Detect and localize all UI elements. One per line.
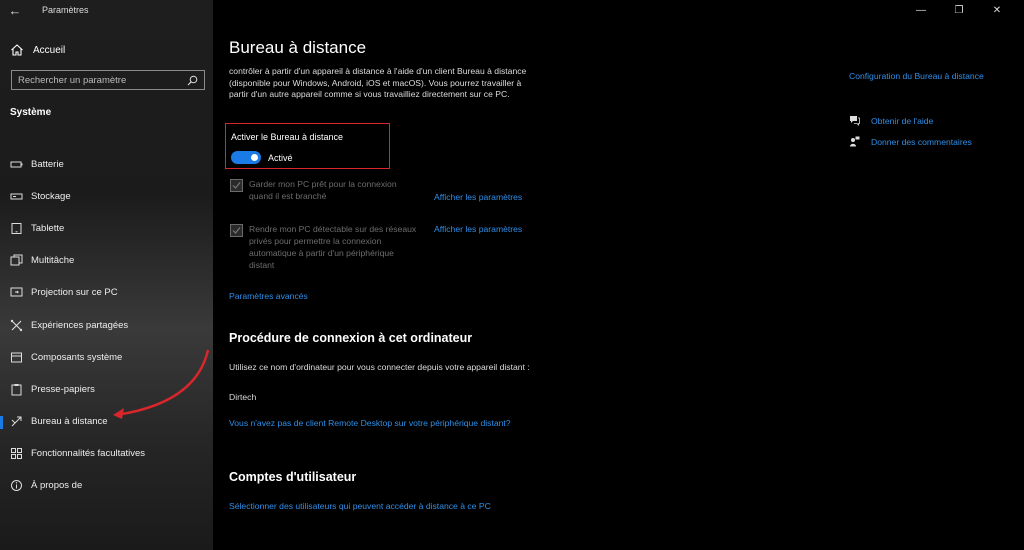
about-icon bbox=[11, 480, 22, 492]
accounts-heading: Comptes d'utilisateur bbox=[229, 470, 357, 484]
battery-icon bbox=[10, 161, 23, 168]
maximize-icon: ❐ bbox=[954, 5, 964, 16]
sidebar-item-label: Multitâche bbox=[31, 255, 75, 267]
sidebar-item-tablette[interactable]: Tablette bbox=[0, 212, 213, 244]
sidebar-item-label: Fonctionnalités facultatives bbox=[31, 448, 146, 460]
sidebar-item-label: Batterie bbox=[31, 158, 64, 170]
sidebar-item-a-propos-de[interactable]: À propos de bbox=[0, 470, 213, 502]
remote-desktop-toggle-group: Activer le Bureau à distance Activé bbox=[225, 123, 390, 169]
app-title: Paramètres bbox=[42, 5, 89, 15]
sidebar-item-fonctionnalites-facultatives[interactable]: Fonctionnalités facultatives bbox=[0, 438, 213, 470]
keep-awake-checkbox[interactable] bbox=[230, 179, 243, 192]
window-controls: — ❐ ✕ bbox=[902, 2, 1016, 20]
sidebar-item-label: Stockage bbox=[31, 190, 71, 202]
section-title: Système bbox=[10, 107, 52, 118]
maximize-button[interactable]: ❐ bbox=[940, 2, 978, 20]
minimize-icon: — bbox=[916, 5, 926, 16]
computer-name: Dirtech bbox=[229, 392, 257, 402]
sidebar-item-presse-papiers[interactable]: Presse-papiers bbox=[0, 373, 213, 405]
title-bar: ← Paramètres bbox=[0, 0, 213, 22]
sidebar-item-composants-systeme[interactable]: Composants système bbox=[0, 341, 213, 373]
get-help-item[interactable]: Obtenir de l'aide bbox=[849, 115, 933, 126]
option-keep-awake: Garder mon PC prêt pour la connexion qua… bbox=[230, 178, 419, 202]
show-settings-link-1[interactable]: Afficher les paramètres bbox=[434, 192, 522, 202]
toggle-state: Activé bbox=[268, 153, 293, 163]
toggle-label: Activer le Bureau à distance bbox=[231, 132, 344, 142]
get-help-link[interactable]: Obtenir de l'aide bbox=[871, 116, 933, 126]
home-label: Accueil bbox=[33, 44, 66, 56]
sidebar-item-bureau-a-distance[interactable]: Bureau à distance bbox=[0, 406, 213, 438]
page-title: Bureau à distance bbox=[229, 38, 367, 57]
sidebar-item-label: Expériences partagées bbox=[31, 319, 129, 331]
home-link[interactable]: Accueil bbox=[10, 41, 65, 59]
connection-heading: Procédure de connexion à cet ordinateur bbox=[229, 331, 473, 345]
toggle-knob bbox=[251, 154, 258, 161]
minimize-button[interactable]: — bbox=[902, 2, 940, 20]
main-content: — ❐ ✕ Bureau à distance contrôler à part… bbox=[213, 0, 1024, 550]
sidebar-item-multitache[interactable]: Multitâche bbox=[0, 245, 213, 277]
remote-desktop-config-link[interactable]: Configuration du Bureau à distance bbox=[849, 71, 984, 81]
show-settings-link-2[interactable]: Afficher les paramètres bbox=[434, 224, 522, 234]
close-icon: ✕ bbox=[992, 5, 1002, 16]
optional-features-icon bbox=[11, 448, 22, 460]
page-description: contrôler à partir d'un appareil à dista… bbox=[229, 66, 527, 100]
sidebar-item-label: Tablette bbox=[31, 222, 65, 234]
search-icon[interactable] bbox=[187, 75, 198, 86]
system-components-icon bbox=[11, 352, 22, 363]
tablet-icon bbox=[11, 222, 22, 234]
clipboard-icon bbox=[11, 383, 22, 396]
advanced-settings-link[interactable]: Paramètres avancés bbox=[229, 291, 308, 301]
sidebar-item-stockage[interactable]: Stockage bbox=[0, 180, 213, 212]
close-button[interactable]: ✕ bbox=[978, 2, 1016, 20]
sidebar: ← Paramètres Accueil Système Batterie St… bbox=[0, 0, 213, 550]
sidebar-item-label: À propos de bbox=[31, 480, 83, 492]
sidebar-item-batterie[interactable]: Batterie bbox=[0, 148, 213, 180]
sidebar-item-label: Projection sur ce PC bbox=[31, 287, 118, 299]
give-feedback-link[interactable]: Donner des commentaires bbox=[871, 137, 972, 147]
sidebar-item-label: Composants système bbox=[31, 351, 123, 363]
storage-icon bbox=[10, 193, 23, 200]
search-input[interactable] bbox=[18, 74, 178, 86]
help-chat-icon bbox=[850, 116, 860, 126]
select-users-link[interactable]: Sélectionner des utilisateurs qui peuven… bbox=[229, 501, 491, 511]
option-text: Garder mon PC prêt pour la connexion qua… bbox=[249, 179, 397, 201]
sidebar-item-experiences-partagees[interactable]: Expériences partagées bbox=[0, 309, 213, 341]
no-client-link[interactable]: Vous n'avez pas de client Remote Desktop… bbox=[229, 417, 529, 429]
feedback-person-icon bbox=[850, 136, 860, 147]
sidebar-nav: Batterie Stockage Tablette Multitâche Pr… bbox=[0, 148, 213, 502]
remote-desktop-toggle[interactable] bbox=[231, 151, 261, 164]
connection-text: Utilisez ce nom d'ordinateur pour vous c… bbox=[229, 362, 530, 372]
shared-experiences-icon bbox=[10, 319, 23, 331]
sidebar-item-label: Presse-papiers bbox=[31, 383, 95, 395]
back-button[interactable]: ← bbox=[6, 3, 24, 19]
sidebar-item-projection[interactable]: Projection sur ce PC bbox=[0, 277, 213, 309]
checkmark-icon bbox=[232, 182, 241, 189]
discoverable-checkbox[interactable] bbox=[230, 224, 243, 237]
multitask-icon bbox=[10, 254, 23, 266]
search-box[interactable] bbox=[11, 70, 205, 90]
projection-icon bbox=[10, 287, 23, 297]
give-feedback-item[interactable]: Donner des commentaires bbox=[849, 136, 972, 147]
checkmark-icon bbox=[232, 227, 241, 234]
sidebar-item-label: Bureau à distance bbox=[31, 416, 108, 428]
option-text: Rendre mon PC détectable sur des réseaux… bbox=[249, 224, 417, 270]
home-icon bbox=[11, 44, 23, 56]
back-arrow-icon: ← bbox=[8, 3, 22, 18]
remote-desktop-icon bbox=[11, 416, 22, 427]
option-discoverable: Rendre mon PC détectable sur des réseaux… bbox=[230, 223, 419, 271]
